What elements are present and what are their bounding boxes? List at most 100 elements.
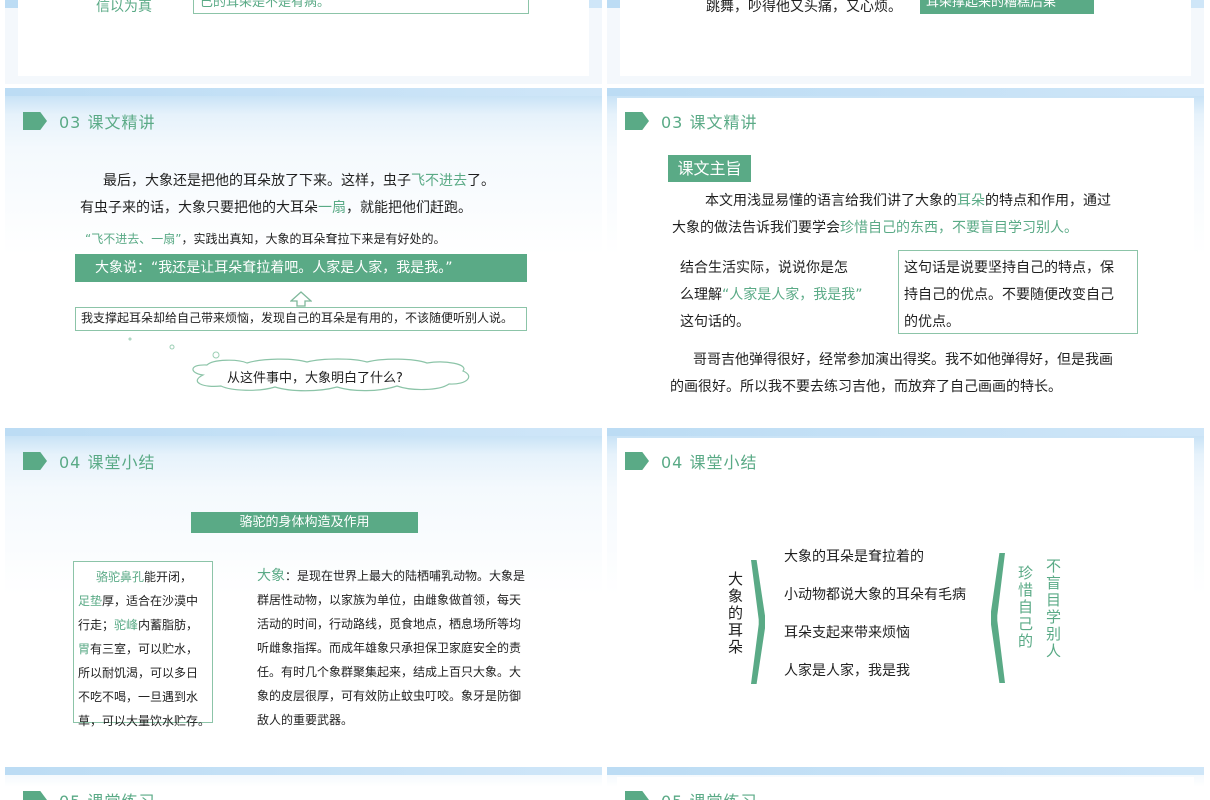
- slide-card: 信以为真 已的耳朵是不是有病。: [18, 0, 589, 76]
- slide-card: 跳舞，吵得他又头痛，又心烦。 耳朵撑起来的糟糕后果: [620, 0, 1191, 76]
- slide-card: 04 课堂小结 骆驼的身体构造及作用 骆驼鼻孔能开闭， 足垫厚，适合在沙漠中 行…: [5, 428, 602, 763]
- list-item: 耳朵支起来带来烦恼: [784, 625, 910, 641]
- slide-top-left: 信以为真 已的耳朵是不是有病。: [5, 0, 602, 84]
- slide-card: 03 课文精讲 课文主旨 本文用浅显易懂的语言给我们讲了大象的耳朵的特点和作用，…: [617, 98, 1194, 415]
- text: 任。有时几个象群聚集起来，结成上百只大象。大: [257, 665, 522, 679]
- text: 象的皮层很厚，可有效防止蚊虫叮咬。象牙是防御: [257, 689, 522, 703]
- text: 么理解: [680, 287, 722, 303]
- slide-4: 03 课文精讲 课文主旨 本文用浅显易懂的语言给我们讲了大象的耳朵的特点和作用，…: [607, 88, 1204, 423]
- text: 不吃不喝，一旦遇到水: [78, 690, 199, 704]
- slide-5: 04 课堂小结 骆驼的身体构造及作用 骆驼鼻孔能开闭， 足垫厚，适合在沙漠中 行…: [5, 428, 602, 763]
- paragraph-2: 有虫子来的话，大象只要把他的大耳朵一扇，就能把他们赶跑。: [80, 195, 472, 222]
- text: 哥哥吉他弹得很好，经常参加演出得奖。我不如他弹得好，但是我画: [693, 352, 1113, 368]
- text: 的特点和作用，通过: [985, 193, 1111, 209]
- result-bar: 耳朵撑起来的糟糕后果: [920, 0, 1094, 14]
- text: ：是现在世界上最大的陆栖哺乳动物。大象是: [285, 569, 526, 583]
- question: 结合生活实际，说说你是怎 么理解“人家是人家，我是我” 这句话的。: [680, 255, 863, 336]
- section-title: 04 课堂小结: [59, 453, 156, 472]
- section-title: 05 课堂练习: [59, 788, 155, 800]
- highlight: 飞不进去: [411, 173, 467, 189]
- section-header: 05 课堂练习: [625, 789, 757, 800]
- answer-box-text: 已的耳朵是不是有病。: [200, 0, 331, 10]
- section-title: 03 课文精讲: [59, 113, 156, 132]
- text: 最后，大象还是把他的耳朵放了下来。这样，虫子: [103, 173, 411, 189]
- left-title: 大象的耳朵: [726, 571, 744, 656]
- slide-6: 04 课堂小结 大象的耳朵 大象的耳朵是耷拉着的 小动物都说大象的耳朵有毛病 耳…: [607, 428, 1204, 763]
- slide-card: 05 课堂练习: [617, 777, 1194, 800]
- theme-para-2: 大象的做法告诉我们要学会珍惜自己的东西，不要盲目学习别人。: [672, 215, 1078, 242]
- highlight: 珍惜自己的东西，不要盲目学习别人。: [840, 220, 1078, 236]
- theme-tag: 课文主旨: [668, 155, 751, 182]
- text: 本文用浅显易懂的语言给我们讲了大象的: [705, 193, 957, 209]
- tag-arrow-icon: [625, 112, 649, 130]
- text: 有虫子来的话，大象只要把他的大耳朵: [80, 200, 318, 216]
- summary-list: 大象的耳朵是耷拉着的 小动物都说大象的耳朵有毛病 耳朵支起来带来烦恼 人家是人家…: [784, 545, 966, 697]
- text: 所以耐饥渴，可以多日: [78, 666, 199, 680]
- tag-arrow-icon: [625, 452, 649, 470]
- summary-point-2: 不盲目学别人: [1044, 558, 1062, 660]
- text: 听雌象指挥。而成年雄象只承担保卫家庭安全的责: [257, 641, 522, 655]
- slide-card: 04 课堂小结 大象的耳朵 大象的耳朵是耷拉着的 小动物都说大象的耳朵有毛病 耳…: [617, 438, 1194, 755]
- section-header: 05 课堂练习: [23, 789, 155, 800]
- text: 这句话是说要坚持自己的特点，保: [904, 260, 1114, 276]
- text: 内蓄脂肪，: [138, 618, 199, 632]
- tag-arrow-icon: [625, 791, 649, 800]
- list-item: 大象的耳朵是耷拉着的: [784, 549, 924, 565]
- highlight: 一扇: [318, 200, 346, 216]
- answer-box: 这句话是说要坚持自己的特点，保 持自己的优点。不要随便改变自己 的优点。: [898, 250, 1138, 334]
- label-text: 信以为真: [96, 0, 152, 15]
- slide-card: 03 课文精讲 最后，大象还是把他的耳朵放了下来。这样，虫子飞不进去了。 有虫子…: [5, 88, 602, 423]
- list-item: 小动物都说大象的耳朵有毛病: [784, 587, 966, 603]
- theme-para-1: 本文用浅显易懂的语言给我们讲了大象的耳朵的特点和作用，通过: [705, 188, 1111, 215]
- note: “飞不进去、一扇”，实践出真知，大象的耳朵耷拉下来是有好处的。: [85, 230, 445, 247]
- text: 行走；: [78, 618, 115, 632]
- text: ，就能把他们赶跑。: [346, 200, 472, 216]
- title-bar: 骆驼的身体构造及作用: [191, 512, 418, 533]
- text: 活动的时间，行动路线，觅食地点，栖息场所等均: [257, 617, 522, 631]
- summary-point-1: 珍惜自己的: [1016, 565, 1034, 650]
- text: 结合生活实际，说说你是怎: [680, 260, 848, 276]
- text: 了。: [467, 173, 495, 189]
- section-title: 03 课文精讲: [661, 113, 758, 132]
- text: 有三室，可以贮水，: [90, 642, 199, 656]
- section-header: 03 课文精讲: [23, 110, 155, 132]
- slide-bottom-left: 05 课堂练习: [5, 767, 602, 800]
- slide-bottom-right: 05 课堂练习: [607, 767, 1204, 800]
- left-bracket-shape: [991, 553, 1005, 683]
- tag-arrow-icon: [23, 112, 47, 130]
- example: 哥哥吉他弹得很好，经常参加演出得奖。我不如他弹得好，但是我画 的画很好。所以我不…: [670, 347, 1113, 401]
- text: 的画很好。所以我不要去练习吉他，而放弃了自己画画的特长。: [670, 379, 1062, 395]
- text: 持自己的优点。不要随便改变自己: [904, 287, 1114, 303]
- tag-arrow-icon: [23, 452, 47, 470]
- section-title: 05 课堂练习: [661, 788, 757, 800]
- text: 大象的做法告诉我们要学会: [672, 220, 840, 236]
- elephant-text: 大象：是现在世界上最大的陆栖哺乳动物。大象是 群居性动物，以家族为单位，由雌象做…: [257, 564, 525, 732]
- answer-box: 已的耳朵是不是有病。: [193, 0, 529, 14]
- cloud-question: 从这件事中，大象明白了什么?: [227, 371, 403, 386]
- highlight: 足垫: [78, 594, 103, 608]
- text: 厚，适合在沙漠中: [102, 594, 199, 608]
- tag-arrow-icon: [23, 791, 47, 800]
- story-text: 跳舞，吵得他又头痛，又心烦。: [706, 0, 902, 15]
- text: 草，可以大量饮水贮存。: [78, 714, 211, 728]
- highlight: 大象: [257, 568, 285, 584]
- highlight: “人家是人家，我是我”: [722, 287, 863, 303]
- highlight: 耳朵: [957, 193, 985, 209]
- text: ，实践出真知，大象的耳朵耷拉下来是有好处的。: [181, 232, 446, 246]
- text: 敌人的重要武器。: [257, 713, 354, 727]
- slide-top-right: 跳舞，吵得他又头痛，又心烦。 耳朵撑起来的糟糕后果: [607, 0, 1204, 84]
- text: 的优点。: [904, 314, 960, 330]
- quote-bar: 大象说：“我还是让耳朵耷拉着吧。人家是人家，我是我。”: [75, 254, 527, 282]
- right-bracket-shape: [751, 560, 765, 684]
- highlight: 骆驼鼻孔: [96, 570, 145, 584]
- highlight: “飞不进去、一扇”: [85, 232, 182, 246]
- text: 能开闭，: [144, 570, 193, 584]
- text: 群居性动物，以家族为单位，由雌象做首领，每天: [257, 593, 522, 607]
- list-item: 人家是人家，我是我: [784, 663, 910, 679]
- slide-3: 03 课文精讲 最后，大象还是把他的耳朵放了下来。这样，虫子飞不进去了。 有虫子…: [5, 88, 602, 423]
- text: 这句话的。: [680, 314, 750, 330]
- paragraph-1: 最后，大象还是把他的耳朵放了下来。这样，虫子飞不进去了。: [103, 168, 495, 195]
- section-header: 04 课堂小结: [23, 450, 155, 472]
- slide-card: 05 课堂练习: [5, 767, 602, 800]
- answer-box: 我支撑起耳朵却给自己带来烦恼，发现自己的耳朵是有用的，不该随便听别人说。: [75, 307, 527, 331]
